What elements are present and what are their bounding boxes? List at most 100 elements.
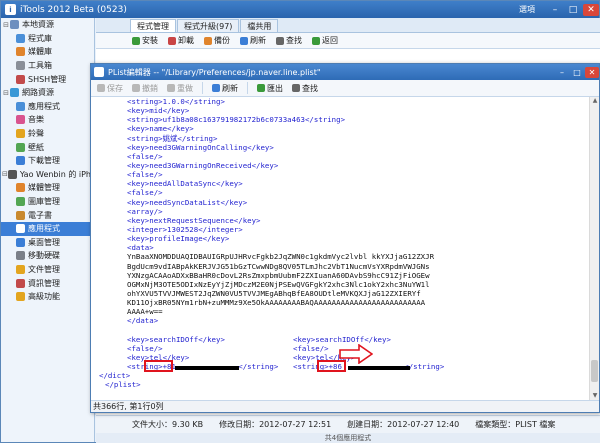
- back-button[interactable]: 返回: [312, 35, 338, 46]
- code-line: <key>mid</key>: [127, 106, 190, 116]
- install-button[interactable]: 安裝: [132, 35, 158, 46]
- plist-maximize-button[interactable]: □: [570, 67, 584, 78]
- sidebar-item-8[interactable]: 鈴聲: [1, 127, 94, 141]
- apps-icon: [16, 224, 25, 234]
- sidebar-item-label: 本地資源: [22, 20, 54, 30]
- app-title: iTools 2012 Beta (0523): [20, 4, 127, 15]
- toolbar-label: 保存: [107, 83, 123, 93]
- sidebar-item-1[interactable]: 程式庫: [1, 32, 94, 46]
- plist-close-button[interactable]: ✕: [585, 66, 599, 78]
- backup-button[interactable]: 備份: [204, 35, 230, 46]
- sidebar-item-label: 資訊管理: [28, 278, 60, 288]
- sidebar-item-18[interactable]: 文件管理: [1, 263, 94, 277]
- media-icon: [16, 183, 25, 193]
- sidebar-item-label: 圖庫管理: [28, 197, 60, 207]
- options-menu[interactable]: 選項: [519, 4, 535, 15]
- compare-left-line: <key>tel</key>: [127, 352, 190, 362]
- toolbar-label: 撤銷: [142, 83, 158, 93]
- refresh-button[interactable]: 刷新: [240, 35, 266, 46]
- refresh-button[interactable]: 刷新: [212, 83, 238, 94]
- itools-logo-icon: i: [5, 4, 16, 15]
- sidebar-item-9[interactable]: 壁紙: [1, 140, 94, 154]
- scroll-up-icon[interactable]: ▲: [590, 97, 600, 106]
- main-window: i iTools 2012 Beta (0523) 選項 – □ ✕ ⊟ 本地資源…: [0, 0, 600, 443]
- compare-left-line: <false/>: [127, 343, 163, 353]
- code-line: <string>姚斌</string>: [127, 133, 218, 143]
- country-code-highlight-left: [144, 360, 173, 372]
- search-button[interactable]: 查找: [292, 83, 318, 94]
- tab-file-sharing[interactable]: 檔共用: [240, 19, 279, 32]
- folder-icon: [16, 264, 25, 274]
- plist-minimize-button[interactable]: –: [555, 67, 569, 78]
- collapse-toggle-icon[interactable]: ⊟: [2, 89, 10, 97]
- sidebar-item-label: 應用程式: [28, 101, 60, 111]
- editor-scrollbar[interactable]: ▲ ▼: [589, 97, 599, 401]
- sidebar-item-2[interactable]: 媒體庫: [1, 45, 94, 59]
- sidebar-item-10[interactable]: 下載管理: [1, 154, 94, 168]
- scrollbar-thumb[interactable]: [591, 360, 598, 382]
- close-button[interactable]: ✕: [583, 3, 599, 16]
- tab-app-management[interactable]: 程式管理: [130, 19, 176, 32]
- search-icon: [292, 84, 300, 92]
- code-line: <false/>: [127, 170, 163, 180]
- file-size: 文件大小：9.30 KB: [132, 420, 204, 429]
- sidebar-item-7[interactable]: 音樂: [1, 113, 94, 127]
- sidebar-item-6[interactable]: 應用程式: [1, 100, 94, 114]
- sidebar-item-label: 電子書: [28, 210, 52, 220]
- sidebar-item-label: Yao Wenbin 的 iPhone: [19, 169, 94, 179]
- app-count: 共4個應用程式: [96, 433, 600, 443]
- search-button[interactable]: 查找: [276, 35, 302, 46]
- download-icon: [16, 156, 25, 166]
- sidebar-item-13[interactable]: 圖庫管理: [1, 195, 94, 209]
- created-date: 創建日期：2012-07-27 12:40: [347, 420, 460, 429]
- sidebar-item-15[interactable]: 應用程式: [1, 221, 94, 236]
- sidebar-item-3[interactable]: 工具箱: [1, 59, 94, 73]
- sidebar-item-11[interactable]: ⊟ Yao Wenbin 的 iPhone: [1, 168, 94, 182]
- wallpaper-icon: [16, 142, 25, 152]
- tab-app-upgrade[interactable]: 程式升級(97): [177, 19, 240, 32]
- export-icon: [257, 84, 265, 92]
- undo-button[interactable]: 撤銷: [132, 83, 158, 94]
- globe-icon: [10, 88, 19, 98]
- code-line: <key>need3GWarningOnCalling</key>: [127, 142, 274, 152]
- code-line: <string>uf1b8a08c163791982172b6c0733a463…: [127, 115, 346, 125]
- sidebar-item-label: 音樂: [28, 115, 44, 125]
- code-line: </dict>: [99, 371, 131, 381]
- minimize-button[interactable]: –: [547, 4, 563, 16]
- sidebar-tree: ⊟ 本地資源 程式庫 媒體庫 工具箱 SHSH管理 ⊟ 網路資源 應用程式 音樂 鈴聲 壁紙 下載管理 ⊟…: [1, 18, 95, 442]
- sidebar-item-5[interactable]: ⊟ 網路資源: [1, 86, 94, 100]
- save-button[interactable]: 保存: [97, 83, 123, 94]
- sidebar-item-16[interactable]: 桌面管理: [1, 236, 94, 250]
- collapse-toggle-icon[interactable]: ⊟: [2, 170, 8, 178]
- desktop-icon: [16, 237, 25, 247]
- redo-button[interactable]: 重做: [167, 83, 193, 94]
- backup-icon: [204, 36, 212, 45]
- code-line: </data>: [127, 316, 159, 326]
- maximize-button[interactable]: □: [565, 4, 581, 16]
- sidebar-item-4[interactable]: SHSH管理: [1, 72, 94, 86]
- code-line: <key>need3GWarningOnReceived</key>: [127, 160, 279, 170]
- sidebar-item-12[interactable]: 媒體管理: [1, 181, 94, 195]
- sidebar-item-label: 文件管理: [28, 264, 60, 274]
- plist-titlebar[interactable]: PList編輯器 -- "/Library/Preferences/jp.nav…: [91, 64, 599, 80]
- code-line: <key>needSyncDataList</key>: [127, 197, 248, 207]
- collapse-toggle-icon[interactable]: ⊟: [2, 21, 10, 29]
- sidebar-item-0[interactable]: ⊟ 本地資源: [1, 18, 94, 32]
- bell-icon: [16, 129, 25, 139]
- export-button[interactable]: 匯出: [257, 83, 283, 94]
- sidebar-item-14[interactable]: 電子書: [1, 208, 94, 222]
- code-line: <false/>: [127, 151, 163, 161]
- shsh-icon: [16, 74, 25, 84]
- sidebar-item-17[interactable]: 移動硬碟: [1, 249, 94, 263]
- tools-icon: [16, 61, 25, 71]
- sidebar-item-20[interactable]: 高級功能: [1, 290, 94, 304]
- plist-window-icon: [94, 67, 104, 77]
- save-icon: [97, 84, 105, 92]
- plist-title: PList編輯器 -- "/Library/Preferences/jp.nav…: [108, 67, 321, 77]
- sidebar-item-19[interactable]: 資訊管理: [1, 276, 94, 290]
- code-line: YXNzgACAAoADXxBBaHR0cDovL2RsZmxpbmUubmF2…: [127, 270, 430, 280]
- uninstall-button[interactable]: 卸載: [168, 35, 194, 46]
- sidebar-item-label: 桌面管理: [28, 237, 60, 247]
- music-icon: [16, 115, 25, 125]
